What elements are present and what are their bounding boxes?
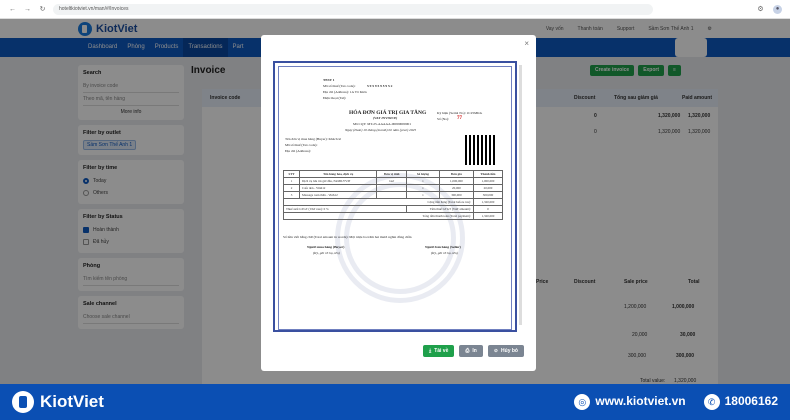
invoice-no-label: Số (No): (437, 117, 450, 121)
buyer-address: Địa chỉ (Address): (285, 149, 311, 153)
r2-qty: 1 (405, 184, 440, 192)
cancel-label: Hủy bỏ (501, 348, 518, 354)
items-table: STT Tên hàng hóa, dịch vụ Đơn vị tính Số… (283, 170, 504, 220)
download-icon: ⤓ (428, 348, 432, 354)
r3-name: Massage toàn thân - Vinh12 (298, 191, 378, 199)
col-amount: Thành tiền (472, 170, 504, 178)
r2-stt: 2 (283, 184, 300, 192)
vat-amount-label: Tiền thuế GTGT (VAT amount): (405, 205, 474, 213)
col-unit-price: Đơn giá (438, 170, 474, 178)
cancel-icon: ⊘ (493, 348, 499, 354)
footer-web[interactable]: ◎ www.kiotviet.vn (574, 393, 686, 411)
r1-price: 1,000,000 (438, 177, 474, 185)
r3-stt: 3 (283, 191, 300, 199)
subtotal-value: 1,320,000 (472, 198, 504, 206)
vat-rate: Thuế suất GTGT (VAT rate): 0 % (283, 205, 407, 213)
seller-name: TEST 1 (323, 78, 335, 82)
printer-icon: ⎙ (465, 348, 470, 354)
close-icon[interactable]: × (524, 39, 529, 48)
r1-qty: 1 (405, 177, 440, 185)
r2-price: 20,000 (438, 184, 474, 192)
amount-in-words: Số tiền viết bằng chữ (Total amount in w… (283, 235, 412, 239)
buyer-tax: Mã số thuế (Tax code): (285, 143, 318, 147)
invoice-row: 1 Dịch vụ lưu trú giờ đầu, FAMILYVIP Giờ 1 1… (283, 177, 504, 185)
invoice-preview-modal: × TEST 1 Mã số thuế (Tax code): 5 9 5 9 … (261, 35, 536, 371)
address-bar[interactable]: hoteltkiotviet.vn/man/#/Invoices (53, 3, 653, 15)
promo-footer: KiotViet ◎ www.kiotviet.vn ✆ 18006162 (0, 384, 790, 420)
r3-amount: 300,000 (472, 191, 504, 199)
phone-icon: ✆ (703, 394, 720, 411)
seller-address: Địa chỉ (Address): 1A Võ Kiên (323, 90, 367, 94)
kiotviet-footer-icon (12, 391, 34, 413)
r2-unit (376, 184, 407, 192)
download-button[interactable]: ⤓ Tải về (422, 345, 455, 357)
preview-scrollbar[interactable] (519, 65, 522, 325)
serial-no: Ký hiệu (Serial No): 1C25MKG (437, 111, 483, 115)
r1-unit: Giờ (376, 177, 407, 185)
subtotal-label: Cộng tiền hàng (Total before tax): (283, 198, 474, 206)
col-name: Tên hàng hóa, dịch vụ (298, 170, 378, 178)
r2-name: Cafe đen - Vinh12 (298, 184, 378, 192)
download-label: Tải về (434, 348, 449, 354)
seller-sign: Người bán hàng (Seller) (425, 245, 461, 249)
buyer-sign-note: (Ký, ghi rõ họ, tên) (313, 251, 340, 255)
qr-code (465, 135, 495, 165)
url-text: hoteltkiotviet.vn/man/#/Invoices (59, 6, 129, 12)
vat-amount-value: 0 (472, 205, 504, 213)
r2-amount: 20,000 (472, 184, 504, 192)
print-button[interactable]: ⎙ In (459, 345, 483, 357)
r3-price: 300,000 (438, 191, 474, 199)
cqt-code: Mã CQT: MT-25-AAAAA-00000000001 (353, 122, 412, 126)
reload-icon[interactable]: ↻ (38, 5, 47, 14)
tax-code: 5 9 5 9 5 9 5 9 5 2 (367, 84, 393, 88)
seller-sign-note: (Ký, ghi rõ họ, tên) (431, 251, 458, 255)
footer-brand: KiotViet (40, 392, 104, 411)
seller-phone: Điện thoại (Tel): (323, 96, 347, 100)
vat-invoice-document: TEST 1 Mã số thuế (Tax code): 5 9 5 9 5 … (273, 61, 517, 332)
r3-unit (376, 191, 407, 199)
tax-label: Mã số thuế (Tax code): (323, 84, 356, 88)
grand-total-value: 1,320,000 (472, 212, 504, 220)
r1-stt: 1 (283, 177, 300, 185)
invoice-no: 77 (457, 116, 462, 121)
invoice-date: Ngày (Date) 10 tháng (month) 02 năm (yea… (345, 128, 417, 132)
back-icon[interactable]: ← (8, 5, 17, 14)
buyer-name: Tên đơn vị mua hàng (Buyer): Khách lẻ (285, 137, 341, 141)
r3-qty: 1 (405, 191, 440, 199)
footer-web-text: www.kiotviet.vn (595, 393, 686, 408)
extensions-icon[interactable]: ⚙ (756, 5, 765, 14)
profile-avatar[interactable]: ● (773, 4, 782, 14)
cancel-button[interactable]: ⊘ Hủy bỏ (487, 345, 524, 357)
globe-icon: ◎ (574, 394, 591, 411)
r1-amount: 1,000,000 (472, 177, 504, 185)
invoice-row: 2 Cafe đen - Vinh12 1 20,000 20,000 (283, 184, 504, 192)
r1-name: Dịch vụ lưu trú giờ đầu, FAMILYVIP (298, 177, 378, 185)
footer-logo: KiotViet (12, 391, 104, 413)
grand-total-label: Tổng tiền thanh toán (Total payment): (283, 212, 474, 220)
col-stt: STT (283, 170, 300, 178)
col-unit: Đơn vị tính (376, 170, 407, 178)
invoice-row: 3 Massage toàn thân - Vinh12 1 300,000 300,0… (283, 191, 504, 199)
footer-phone-text: 18006162 (724, 393, 778, 408)
invoice-subtitle: (VAT INVOICE) (373, 116, 398, 120)
forward-icon[interactable]: → (23, 5, 32, 14)
col-qty: Số lượng (405, 170, 440, 178)
buyer-sign: Người mua hàng (Buyer) (307, 245, 345, 249)
footer-phone[interactable]: ✆ 18006162 (703, 393, 778, 411)
browser-bar: ← → ↻ hoteltkiotviet.vn/man/#/Invoices ⚙… (0, 0, 790, 19)
print-label: In (472, 348, 477, 354)
